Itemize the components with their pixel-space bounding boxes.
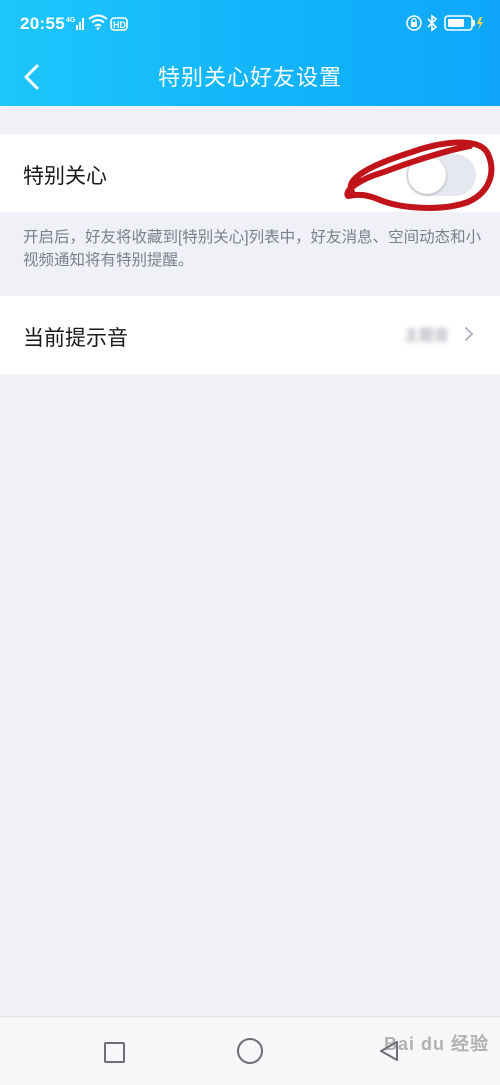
nav-bar: 特别关心好友设置 [0,48,500,106]
home-icon[interactable] [237,1038,263,1064]
svg-text:HD: HD [113,20,126,30]
lock-icon [406,15,422,31]
status-bar: 20:55 4G HD [0,0,500,48]
chevron-right-icon [465,327,473,341]
special-care-label: 特别关心 [23,165,107,188]
battery-icon [444,15,483,31]
status-time: 20:55 [20,14,65,33]
app-header: 20:55 4G HD 特别关心好友设置 [0,0,500,106]
recent-apps-icon[interactable] [104,1042,125,1063]
notification-tone-row[interactable]: 当前提示音 主题音 [0,296,500,374]
page-title: 特别关心好友设置 [157,65,342,90]
annotation-circle [344,139,495,211]
watermark: Bai du 经验 [384,1034,490,1054]
special-care-description: 开启后，好友将收藏到[特别关心]列表中，好友消息、空间动态和小视频通知将有特别提… [23,229,482,269]
bluetooth-icon [427,14,438,32]
svg-text:4G: 4G [66,17,76,24]
tone-label: 当前提示音 [23,327,128,350]
tone-value: 主题音 [404,327,450,344]
wifi-icon [88,14,108,30]
signal-icon: 4G [66,17,84,30]
hd-icon: HD [110,17,128,31]
